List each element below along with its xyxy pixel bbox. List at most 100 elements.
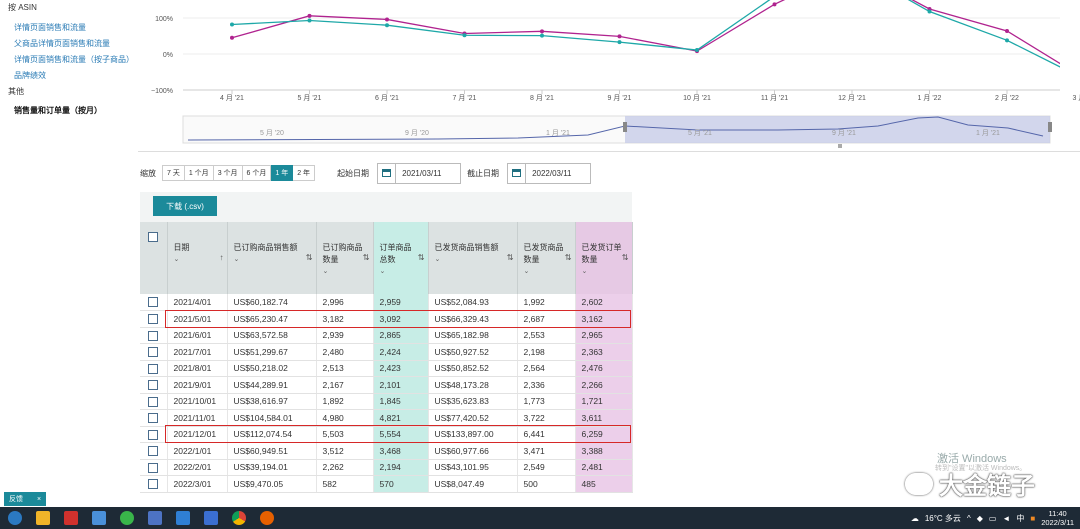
column-header-0[interactable]: 日期 ⌄ ↑ xyxy=(167,222,228,294)
row-select-cell xyxy=(140,310,168,328)
table-cell: US$65,182.98 xyxy=(428,327,518,344)
data-point[interactable] xyxy=(617,40,622,45)
navigator-tick-label: 1 月 '21 xyxy=(976,129,1000,137)
shield-icon[interactable]: ◆ xyxy=(977,514,983,523)
sidebar-link-child-detail-sales[interactable]: 详情页面销售和流量（按子商品） xyxy=(14,54,138,65)
close-icon[interactable]: × xyxy=(37,496,41,503)
folder-icon[interactable] xyxy=(36,511,50,525)
sort-icon[interactable]: ⇅ xyxy=(622,252,629,264)
chrome-icon[interactable] xyxy=(232,511,246,525)
table-cell: 2,687 xyxy=(517,310,576,328)
start-date-input[interactable]: 2021/03/11 xyxy=(377,162,462,184)
clock[interactable]: 11:40 2022/3/11 xyxy=(1041,509,1074,527)
chevron-down-icon[interactable]: ⌄ xyxy=(323,266,369,278)
sort-icon[interactable]: ⇅ xyxy=(507,252,514,264)
sidebar-link-parent-detail-sales[interactable]: 父商品详情页面销售和流量 xyxy=(14,38,138,49)
row-checkbox[interactable] xyxy=(148,479,159,490)
weather-text[interactable]: 16°C 多云 xyxy=(925,513,961,524)
row-checkbox[interactable] xyxy=(148,429,159,440)
sort-icon[interactable]: ⇅ xyxy=(363,252,370,264)
select-all-checkbox[interactable] xyxy=(148,232,159,242)
download-csv-button[interactable]: 下载 (.csv) xyxy=(153,196,217,216)
volume-icon[interactable]: ◄ xyxy=(1002,514,1010,523)
app-icon[interactable] xyxy=(204,511,218,525)
wechat-app-icon[interactable] xyxy=(120,511,134,525)
data-point[interactable] xyxy=(772,2,777,7)
feedback-chip[interactable]: 反馈 × xyxy=(4,492,47,506)
table-cell: 5,503 xyxy=(316,426,374,443)
app-icon[interactable] xyxy=(148,511,162,525)
data-point[interactable] xyxy=(617,34,622,39)
row-checkbox[interactable] xyxy=(148,413,159,424)
zoom-option-1[interactable]: 1 个月 xyxy=(184,165,214,181)
navigator-handle-left[interactable] xyxy=(623,122,627,132)
data-point[interactable] xyxy=(230,35,234,40)
table-cell: 2,939 xyxy=(316,327,374,344)
row-checkbox[interactable] xyxy=(148,396,159,407)
column-header-2[interactable]: 已订购商品 数量 ⌄ ⇅ xyxy=(316,222,374,294)
firefox-icon[interactable] xyxy=(260,511,274,525)
end-date-input[interactable]: 2022/03/11 xyxy=(507,162,592,184)
data-point[interactable] xyxy=(462,33,467,38)
data-point[interactable] xyxy=(695,48,699,53)
row-checkbox[interactable] xyxy=(148,446,159,457)
chevron-down-icon[interactable]: ⌄ xyxy=(380,266,424,278)
data-point[interactable] xyxy=(385,17,389,22)
zoom-option-5[interactable]: 2 年 xyxy=(293,165,316,181)
data-point[interactable] xyxy=(230,22,234,27)
column-header-3[interactable]: 订单商品 总数 ⌄ ⇅ xyxy=(373,222,429,294)
sidebar-item-monthly-sales[interactable]: 销售量和订单量（按月） xyxy=(14,105,138,116)
app-icon[interactable] xyxy=(64,511,78,525)
row-checkbox[interactable] xyxy=(148,462,159,473)
sort-icon[interactable]: ⇅ xyxy=(565,252,572,264)
navigator-scroll-thumb[interactable] xyxy=(838,144,842,148)
navigator-handle-right[interactable] xyxy=(1048,122,1052,132)
column-header-4[interactable]: 已发货商品销售额 ⌄ ⇅ xyxy=(428,222,518,294)
data-point[interactable] xyxy=(307,13,312,18)
data-point[interactable] xyxy=(307,18,312,23)
zoom-option-3[interactable]: 6 个月 xyxy=(242,165,272,181)
navigator-tick-label: 9 月 '21 xyxy=(832,129,856,137)
data-point[interactable] xyxy=(927,9,932,14)
row-select-cell xyxy=(140,426,168,443)
zoom-option-0[interactable]: 7 天 xyxy=(162,165,185,181)
column-header-1[interactable]: 已订购商品销售额 ⌄ ⇅ xyxy=(227,222,317,294)
chevron-down-icon[interactable]: ⌄ xyxy=(524,266,571,278)
chevron-down-icon[interactable]: ⌄ xyxy=(582,266,628,278)
network-icon[interactable]: ▭ xyxy=(989,514,997,523)
row-checkbox[interactable] xyxy=(148,330,159,341)
row-checkbox[interactable] xyxy=(148,380,159,391)
data-point[interactable] xyxy=(540,33,544,38)
row-checkbox[interactable] xyxy=(148,363,159,374)
data-point[interactable] xyxy=(385,23,389,28)
sidebar-link-detail-sales[interactable]: 详情页面销售和流量 xyxy=(14,22,138,33)
calendar-icon[interactable] xyxy=(378,163,397,183)
sort-icon[interactable]: ⇅ xyxy=(418,252,425,264)
browser-icon[interactable] xyxy=(176,511,190,525)
x-tick-label: 11 月 '21 xyxy=(761,94,788,102)
column-header-5[interactable]: 已发货商品 数量 ⌄ ⇅ xyxy=(517,222,576,294)
computer-icon[interactable] xyxy=(92,511,106,525)
data-point[interactable] xyxy=(1005,38,1009,43)
chevron-down-icon[interactable]: ⌄ xyxy=(234,254,312,266)
app-tray-icon[interactable]: ■ xyxy=(1030,514,1035,523)
column-header-6[interactable]: 已发货订单 数量 ⌄ ⇅ xyxy=(575,222,633,294)
chevron-up-icon[interactable]: ^ xyxy=(967,514,971,523)
calendar-icon[interactable] xyxy=(508,163,527,183)
row-checkbox[interactable] xyxy=(148,347,159,358)
ime-indicator[interactable]: 中 xyxy=(1016,513,1024,524)
row-checkbox[interactable] xyxy=(148,297,159,308)
zoom-option-4[interactable]: 1 年 xyxy=(271,165,294,181)
chevron-down-icon[interactable]: ⌄ xyxy=(435,254,513,266)
sort-icon[interactable]: ⇅ xyxy=(306,252,313,264)
data-point[interactable] xyxy=(1005,28,1009,33)
data-point[interactable] xyxy=(540,29,544,34)
start-icon[interactable] xyxy=(8,511,22,525)
row-checkbox[interactable] xyxy=(148,314,159,325)
sort-icon[interactable]: ↑ xyxy=(220,252,224,264)
zoom-option-2[interactable]: 3 个月 xyxy=(213,165,243,181)
sidebar-link-brand-performance[interactable]: 品牌绩效 xyxy=(14,70,138,81)
table-cell: 3,182 xyxy=(316,310,374,328)
chevron-down-icon[interactable]: ⌄ xyxy=(174,254,223,266)
clock-time: 11:40 xyxy=(1048,509,1067,518)
